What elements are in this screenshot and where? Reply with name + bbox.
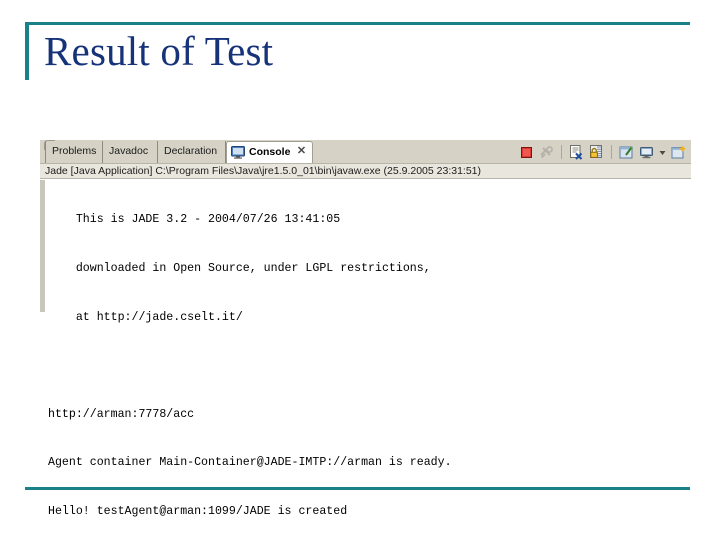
console-line: at http://jade.cselt.it/ (48, 310, 243, 324)
console-left-gutter (40, 180, 46, 312)
title-top-rule (25, 22, 690, 25)
tab-javadoc-label: Javadoc (109, 145, 149, 157)
title-left-accent-bar (25, 22, 29, 80)
tab-javadoc[interactable]: Javadoc (103, 141, 158, 163)
remove-all-terminated-button (538, 144, 555, 161)
console-view-tabbar: Problems Javadoc Declaration Console ✕ (40, 139, 691, 164)
launch-configuration-label: Jade [Java Application] C:\Program Files… (40, 163, 691, 179)
display-selected-console-button[interactable] (638, 144, 655, 161)
console-line: Agent container Main-Container@JADE-IMTP… (48, 456, 452, 470)
console-line: http://arman:7778/acc (48, 407, 195, 421)
console-line: downloaded in Open Source, under LGPL re… (48, 262, 431, 276)
console-output-text: This is JADE 3.2 - 2004/07/26 13:41:05 d… (48, 180, 688, 553)
pin-console-button[interactable] (618, 144, 635, 161)
scroll-lock-button[interactable] (588, 144, 605, 161)
console-dropdown-arrow[interactable] (658, 144, 667, 161)
tab-declaration-label: Declaration (164, 145, 218, 157)
console-line: This is JADE 3.2 - 2004/07/26 13:41:05 (48, 213, 341, 227)
console-toolbar (518, 142, 687, 162)
open-console-button[interactable] (670, 144, 687, 161)
close-icon[interactable]: ✕ (296, 146, 307, 157)
tab-problems[interactable]: Problems (45, 141, 103, 163)
terminate-button[interactable] (518, 144, 535, 161)
console-monitor-icon (231, 146, 245, 159)
tab-console-label: Console (249, 146, 291, 158)
console-output-area[interactable]: This is JADE 3.2 - 2004/07/26 13:41:05 d… (40, 180, 691, 518)
page-title: Result of Test (44, 28, 274, 74)
clear-console-button[interactable] (568, 144, 585, 161)
toolbar-separator (561, 145, 562, 159)
tab-strip-tail (313, 141, 335, 164)
toolbar-separator (611, 145, 612, 159)
tab-console[interactable]: Console ✕ (226, 141, 313, 163)
eclipse-console-screenshot: Problems Javadoc Declaration Console ✕ J… (40, 139, 691, 518)
tab-declaration[interactable]: Declaration (158, 141, 226, 163)
console-line: Hello! testAgent@arman:1099/JADE is crea… (48, 505, 348, 519)
tab-problems-label: Problems (52, 145, 97, 157)
